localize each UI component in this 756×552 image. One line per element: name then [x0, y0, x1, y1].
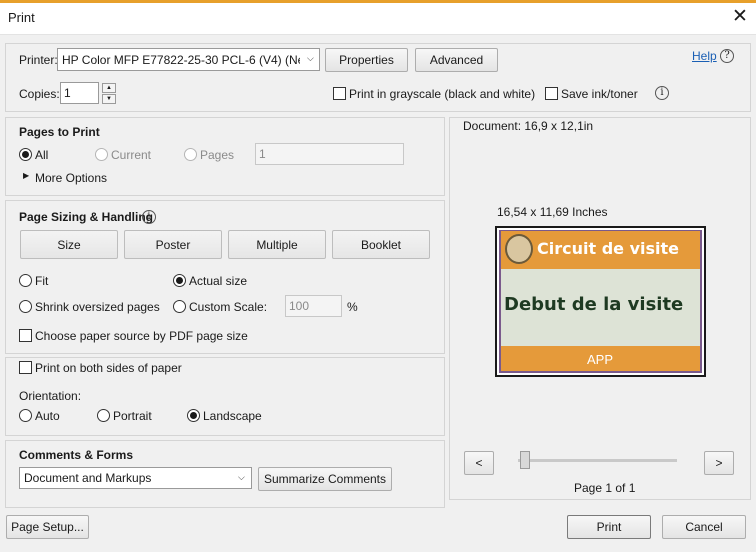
page-slider-handle[interactable] [520, 451, 530, 469]
info-icon[interactable]: i [655, 86, 669, 100]
pages-range-label: Pages [200, 148, 235, 162]
copies-up-icon[interactable]: ▲ [102, 83, 116, 93]
window-top-strip [0, 0, 756, 3]
copies-input-value: 1 [64, 86, 71, 100]
help-link[interactable]: Help [692, 49, 717, 63]
orientation-auto-label: Auto [35, 409, 60, 423]
page-slider-track[interactable] [518, 459, 677, 462]
copies-label: Copies: [19, 87, 60, 101]
slide-logo: APP [587, 352, 614, 367]
orientation-portrait-label: Portrait [113, 409, 152, 423]
printer-select-value: HP Color MFP E77822-25-30 PCL-6 (V4) (Ne… [62, 53, 300, 67]
custom-scale-value: 100 [289, 299, 310, 313]
title-bar: Print ✕ [0, 0, 756, 35]
multiple-button[interactable]: Multiple [228, 230, 326, 259]
paper-size-label: 16,54 x 11,69 Inches [497, 205, 608, 219]
next-page-button[interactable]: > [704, 451, 734, 475]
pages-all-label: All [35, 148, 49, 162]
grayscale-label: Print in grayscale (black and white) [349, 87, 536, 101]
orientation-landscape-radio[interactable] [187, 409, 200, 422]
paper-source-checkbox[interactable] [19, 329, 32, 342]
page-setup-button[interactable]: Page Setup... [6, 515, 89, 539]
comments-select-value: Document and Markups [24, 471, 152, 485]
pages-all-radio[interactable] [19, 148, 32, 161]
poster-button[interactable]: Poster [124, 230, 222, 259]
orientation-landscape-label: Landscape [203, 409, 262, 423]
pages-range-input[interactable]: 1 [255, 143, 404, 165]
custom-scale-radio[interactable] [173, 300, 186, 313]
sizing-info-icon[interactable]: i [142, 210, 156, 224]
save-ink-checkbox[interactable] [545, 87, 558, 100]
comments-select[interactable]: Document and Markups ⌵ [19, 467, 252, 489]
properties-button[interactable]: Properties [325, 48, 408, 72]
window-title: Print [8, 10, 35, 25]
comments-header: Comments & Forms [19, 448, 134, 462]
comments-chevron-icon: ⌵ [238, 472, 245, 482]
percent-label: % [347, 300, 358, 314]
pages-current-label: Current [111, 148, 152, 162]
advanced-button[interactable]: Advanced [415, 48, 498, 72]
print-button[interactable]: Print [567, 515, 651, 539]
printer-select[interactable]: HP Color MFP E77822-25-30 PCL-6 (V4) (Ne… [57, 48, 320, 71]
more-options-toggle[interactable]: More Options [35, 171, 107, 185]
shrink-label: Shrink oversized pages [35, 300, 160, 314]
actual-size-label: Actual size [189, 274, 248, 288]
orientation-label: Orientation: [19, 389, 82, 403]
size-button[interactable]: Size [20, 230, 118, 259]
summarize-comments-button[interactable]: Summarize Comments [258, 467, 392, 491]
grayscale-checkbox[interactable] [333, 87, 346, 100]
paper-source-label: Choose paper source by PDF page size [35, 329, 248, 343]
prev-page-button[interactable]: < [464, 451, 494, 475]
pages-range-value: 1 [259, 147, 266, 161]
slide-title: Circuit de visite [537, 239, 679, 258]
slide-avatar-icon [505, 234, 533, 264]
custom-scale-label: Custom Scale: [189, 300, 268, 314]
page-info: Page 1 of 1 [574, 481, 636, 495]
fit-label: Fit [35, 274, 49, 288]
help-icon[interactable]: ? [720, 49, 734, 63]
printer-label: Printer: [19, 53, 58, 67]
document-size-label: Document: 16,9 x 12,1in [463, 119, 594, 133]
cancel-button[interactable]: Cancel [662, 515, 746, 539]
pages-header: Pages to Print [19, 125, 100, 139]
orientation-portrait-radio[interactable] [97, 409, 110, 422]
triangle-right-icon[interactable]: ▶ [23, 171, 29, 180]
fit-radio[interactable] [19, 274, 32, 287]
shrink-radio[interactable] [19, 300, 32, 313]
pages-current-radio[interactable] [95, 148, 108, 161]
custom-scale-input[interactable]: 100 [285, 295, 342, 317]
page-preview: Circuit de visite Debut de la visite APP [495, 226, 706, 377]
sizing-header: Page Sizing & Handling [19, 210, 154, 224]
copies-input[interactable]: 1 [60, 82, 99, 104]
both-sides-checkbox[interactable] [19, 361, 32, 374]
save-ink-label: Save ink/toner [561, 87, 638, 101]
orientation-auto-radio[interactable] [19, 409, 32, 422]
chevron-down-icon: ⌵ [307, 53, 314, 63]
actual-size-radio[interactable] [173, 274, 186, 287]
close-icon[interactable]: ✕ [728, 4, 752, 30]
slide-body-text: Debut de la visite [504, 294, 684, 315]
both-sides-label: Print on both sides of paper [35, 361, 182, 375]
copies-down-icon[interactable]: ▼ [102, 94, 116, 104]
booklet-button[interactable]: Booklet [332, 230, 430, 259]
pages-range-radio[interactable] [184, 148, 197, 161]
